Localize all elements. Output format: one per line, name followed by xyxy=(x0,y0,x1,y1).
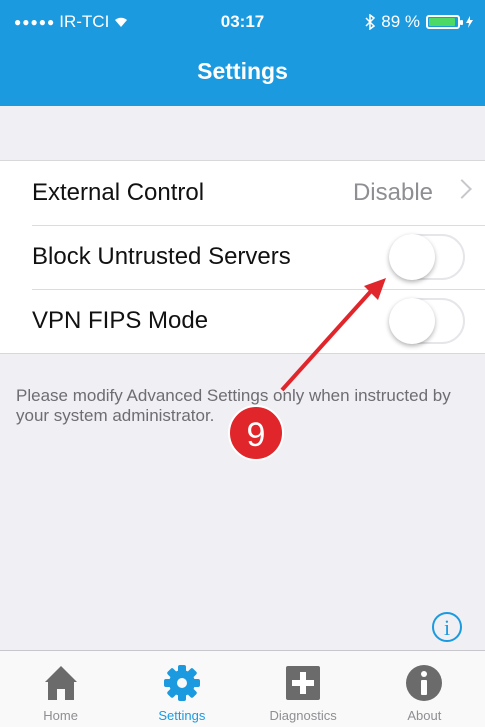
tab-about-label: About xyxy=(407,708,442,723)
tab-diagnostics[interactable]: Diagnostics xyxy=(243,651,364,727)
tab-settings-label: Settings xyxy=(158,708,206,723)
external-control-value: Disable xyxy=(352,179,433,206)
gear-icon xyxy=(163,665,200,701)
vpn-fips-mode-label: VPN FIPS Mode xyxy=(32,307,209,334)
advanced-settings-note: Please modify Advanced Settings only whe… xyxy=(16,386,451,425)
tab-home[interactable]: Home xyxy=(0,651,121,727)
battery-icon xyxy=(426,15,463,29)
info-circle-icon xyxy=(406,665,443,701)
block-untrusted-servers-toggle[interactable] xyxy=(389,234,465,280)
chevron-right-icon xyxy=(452,179,472,199)
annotation-overlay: 9 xyxy=(228,278,386,461)
nav-header: ●●●●● IR-TCI 03:17 89 % Settings xyxy=(0,0,485,106)
tab-about[interactable]: About xyxy=(364,651,485,727)
block-untrusted-servers-label: Block Untrusted Servers xyxy=(32,243,291,270)
page-title: Settings xyxy=(197,58,288,84)
bluetooth-icon xyxy=(365,14,376,30)
vpn-fips-mode-row: VPN FIPS Mode xyxy=(0,289,485,353)
battery-percent: 89 % xyxy=(381,12,420,31)
info-button[interactable]: i xyxy=(432,612,462,642)
external-control-row[interactable]: External Control Disable xyxy=(0,161,485,225)
home-icon xyxy=(44,666,77,700)
tab-diagnostics-label: Diagnostics xyxy=(269,708,337,723)
status-bar: ●●●●● IR-TCI 03:17 89 % xyxy=(0,0,485,40)
plus-square-icon xyxy=(286,666,321,700)
charging-icon xyxy=(466,16,473,28)
settings-list: External Control Disable Block Untrusted… xyxy=(0,160,485,354)
block-untrusted-servers-row: Block Untrusted Servers xyxy=(0,225,485,289)
external-control-label: External Control xyxy=(32,179,205,206)
tab-settings[interactable]: Settings xyxy=(121,651,242,727)
tab-bar: Home Settings Diagnostics About xyxy=(0,650,485,727)
tab-home-label: Home xyxy=(43,708,78,723)
vpn-fips-mode-toggle[interactable] xyxy=(389,298,465,344)
